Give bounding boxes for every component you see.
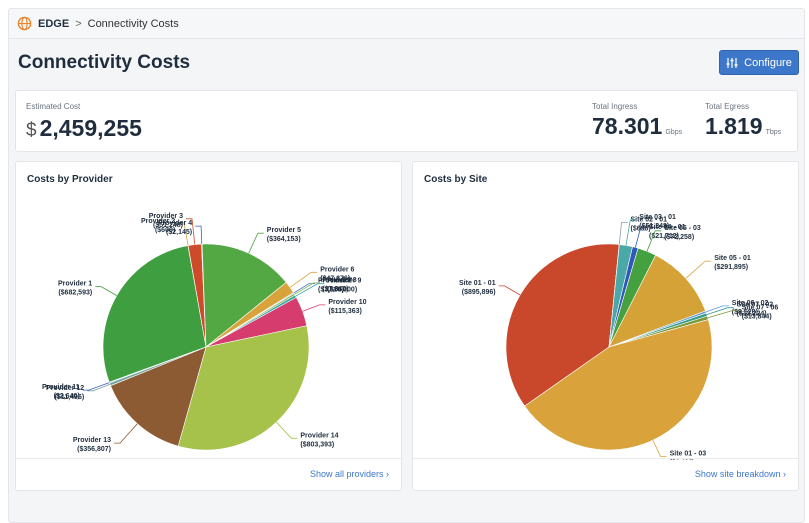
summary-panel: Estimated Cost $ 2,459,255 Total Ingress…	[15, 90, 798, 152]
pie-label-name: Provider 1	[58, 281, 92, 288]
pie-label-value: ($115,363)	[328, 308, 361, 315]
estimated-cost-label: Estimated Cost	[26, 102, 81, 111]
total-egress: 1.819 Tbps	[705, 113, 781, 140]
total-ingress: 78.301 Gbps	[592, 113, 682, 140]
pie-leader-line	[498, 285, 521, 296]
pie-leader-line	[618, 222, 628, 245]
chevron-right-icon: ›	[783, 469, 786, 479]
total-ingress-value: 78.301	[592, 113, 663, 139]
pie-label-name: Site 07 - 06	[742, 305, 779, 312]
show-all-providers-link[interactable]: Show all providers ›	[310, 469, 389, 479]
pie-label-value: ($10,000)	[327, 286, 357, 293]
providers-card-footer: Show all providers ›	[16, 458, 401, 490]
currency-symbol: $	[26, 120, 37, 141]
sliders-icon	[726, 57, 738, 68]
pie-leader-line	[248, 232, 264, 254]
pie-label-name: Site 05 - 01	[714, 255, 751, 262]
breadcrumb-current: Connectivity Costs	[87, 17, 179, 30]
configure-button-label: Configure	[744, 56, 792, 69]
total-ingress-label: Total Ingress	[592, 102, 638, 111]
pie-leader-line	[685, 260, 712, 279]
pie-label-value: ($356,807)	[77, 446, 111, 453]
pie-label-value: ($72,258)	[664, 234, 694, 241]
pie-label-value: ($291,895)	[714, 264, 748, 271]
pie-leader-line	[635, 229, 646, 248]
total-ingress-unit: Gbps	[665, 129, 683, 136]
pie-label-name: Provider 3	[149, 213, 183, 220]
pie-label-name: Site 05 - 03	[664, 225, 701, 232]
pie-label-name: Provider 10	[328, 299, 366, 306]
pie-leader-line	[95, 286, 117, 296]
app-frame: EDGE > Connectivity Costs Connectivity C…	[8, 8, 805, 523]
pie-label-name: Provider 4	[158, 220, 192, 227]
pie-leader-line	[289, 271, 318, 288]
pie-label-value: ($682,593)	[58, 290, 92, 297]
total-egress-label: Total Egress	[705, 102, 750, 111]
globe-icon	[17, 16, 32, 31]
pie-label-value: ($364,153)	[267, 236, 301, 243]
pie-label-name: Provider 13	[73, 437, 111, 444]
pie-label-name: Provider 11	[42, 384, 80, 391]
page-title: Connectivity Costs	[18, 52, 191, 73]
sites-card-footer: Show site breakdown ›	[413, 458, 798, 490]
pie-leader-line	[276, 421, 298, 439]
pie-leader-line	[195, 225, 203, 245]
pie-label-name: Site 01 - 01	[459, 280, 496, 287]
providers-card: Costs by Provider Provider 1 ($682,593) Pr…	[15, 161, 402, 491]
pie-label-name: Provider 6	[320, 266, 354, 273]
pie-leader-line	[652, 440, 667, 457]
pie-label-name: Provider 5	[267, 227, 301, 234]
pie-label-value: ($895,896)	[462, 289, 496, 296]
show-site-breakdown-label: Show site breakdown	[694, 469, 781, 479]
providers-pie-chart: Provider 1($682,593)Provider 2($600)Prov…	[42, 213, 367, 453]
show-all-providers-label: Show all providers	[309, 469, 384, 479]
pie-label-name: Provider 9	[327, 277, 361, 284]
pie-leader-line	[114, 423, 138, 444]
sites-pie-chart: Site 01 - 01($895,896)Site 02 - 01($696)…	[459, 214, 779, 460]
breadcrumb: EDGE > Connectivity Costs	[9, 9, 804, 39]
pie-label-name: Site 03 - 01	[639, 214, 676, 221]
pie-label-value: ($2,640)	[54, 393, 80, 400]
pie-leader-line	[302, 304, 326, 312]
configure-button[interactable]: Configure	[719, 50, 799, 75]
total-egress-value: 1.819	[705, 113, 763, 139]
pie-label-value: ($803,393)	[300, 441, 334, 448]
breadcrumb-separator: >	[75, 17, 82, 30]
pie-label-value: ($2,145)	[166, 229, 192, 236]
chevron-right-icon: ›	[386, 469, 389, 479]
estimated-cost-value: 2,459,255	[39, 115, 142, 141]
sites-card: Costs by Site Site 01 - 01 ($895,896) Site…	[412, 161, 799, 491]
total-egress-unit: Tbps	[765, 129, 782, 136]
pie-label-value: ($13,844)	[742, 314, 772, 321]
pie-label-name: Provider 14	[300, 432, 338, 439]
estimated-cost: $ 2,459,255	[26, 115, 142, 142]
show-site-breakdown-link[interactable]: Show site breakdown ›	[695, 469, 786, 479]
breadcrumb-root-link[interactable]: EDGE	[38, 18, 69, 30]
pie-label-name: Site 01 - 03	[670, 451, 707, 458]
